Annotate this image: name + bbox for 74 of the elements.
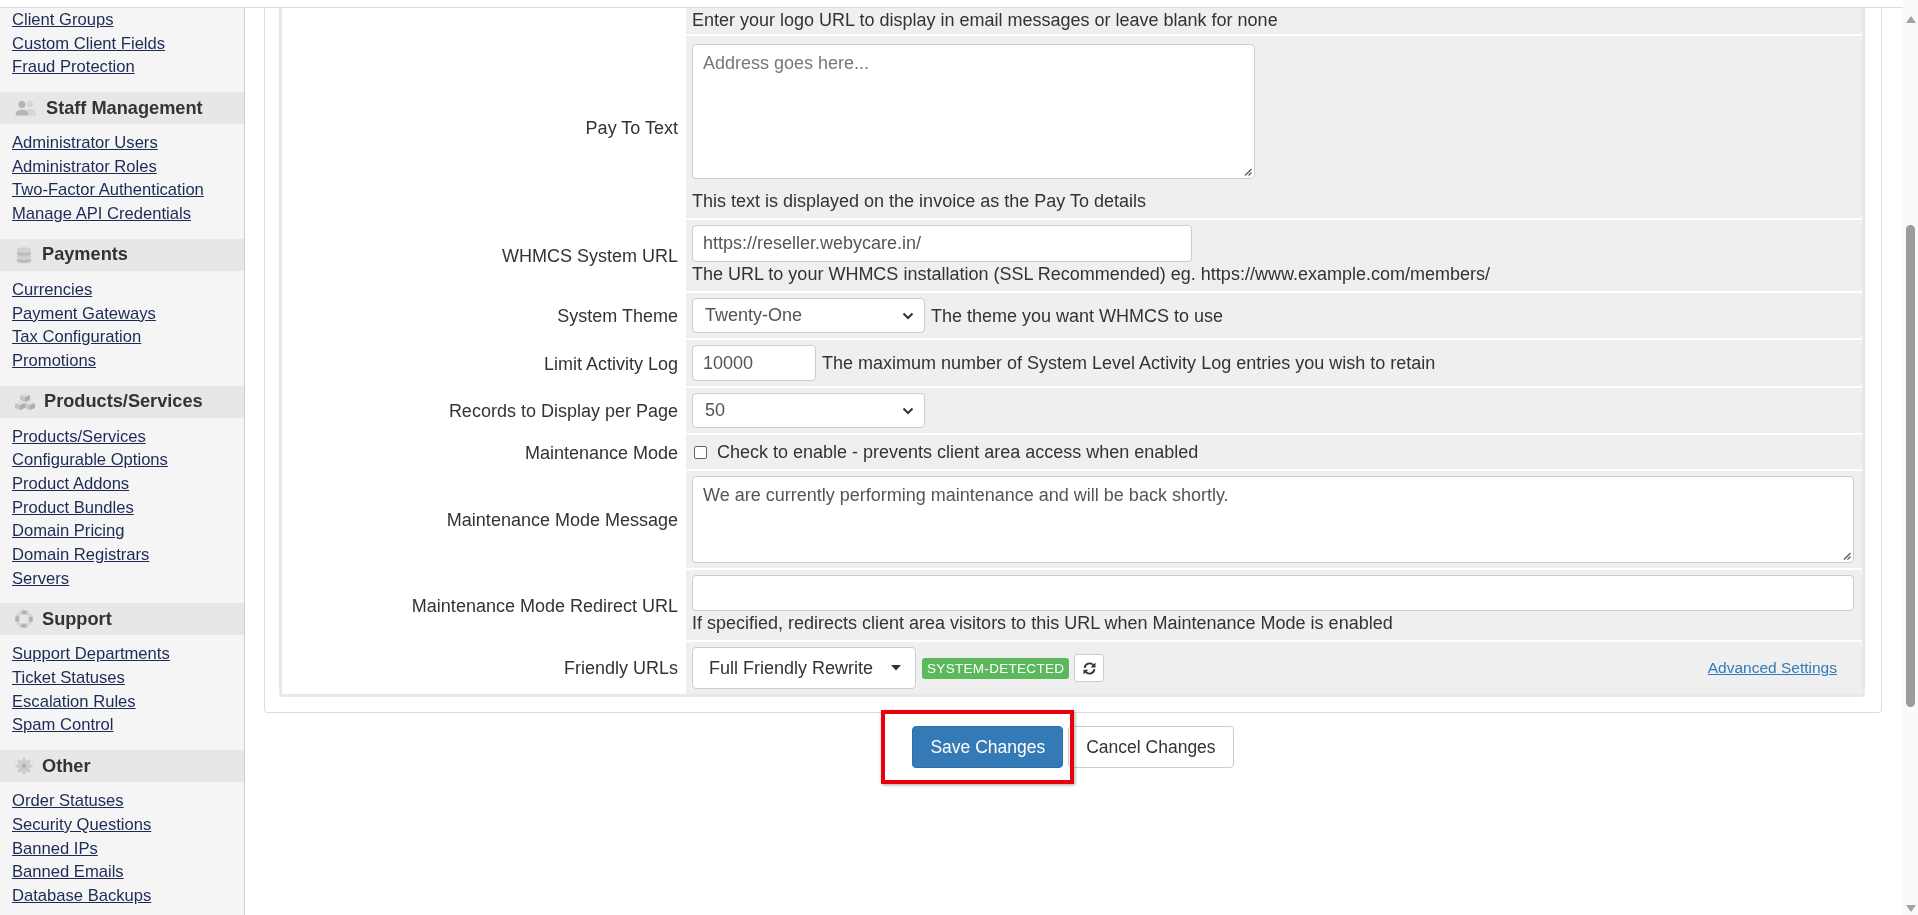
status-badge: SYSTEM-DETECTED (922, 657, 1070, 679)
caret-icon (891, 665, 902, 671)
help-text: The URL to your WHMCS installation (SSL Recommended) eg. https://www.example.com/members/ (692, 263, 1491, 286)
sidebar-link[interactable]: Two-Factor Authentication (12, 180, 204, 200)
sidebar-link[interactable]: Promotions (12, 350, 96, 370)
people-icon (15, 100, 37, 117)
text-input[interactable] (692, 575, 1854, 611)
text-input[interactable]: 10000 (692, 345, 816, 381)
sidebar-link[interactable]: Product Bundles (12, 497, 134, 517)
sidebar-link[interactable]: Administrator Users (12, 133, 158, 153)
sidebar-link[interactable]: Custom Client Fields (12, 33, 166, 53)
sidebar-link[interactable]: Payment Gateways (12, 303, 156, 323)
section-title: Products/Services (44, 391, 203, 413)
sidebar-link[interactable]: Fraud Protection (12, 57, 135, 77)
sidebar-link[interactable]: Products/Services (12, 426, 146, 446)
sidebar-link[interactable]: Client Groups (12, 10, 114, 29)
scrollbar-thumb[interactable] (1906, 225, 1915, 707)
section-title: Other (42, 755, 91, 777)
cubes-icon (15, 393, 35, 411)
section-title: Staff Management (46, 97, 203, 119)
help-text: Enter your logo URL to display in email messages or leave blank for none (692, 9, 1279, 32)
sidebar-link[interactable]: Banned Emails (12, 862, 124, 882)
field-label: Maintenance Mode Redirect URL (411, 595, 678, 617)
lifebuoy-icon (15, 610, 33, 629)
resize-handle-icon[interactable] (1243, 167, 1252, 176)
help-text: The maximum number of System Level Activity Log entries you wish to retain (822, 352, 1436, 375)
refresh-icon (1081, 660, 1097, 676)
field-label: System Theme (557, 306, 678, 327)
chevron-down-icon (902, 311, 914, 320)
coins-icon (15, 245, 33, 264)
field-label: Friendly URLs (563, 657, 678, 679)
section-title: Support (42, 608, 112, 630)
sidebar-link[interactable]: Order Statuses (12, 791, 124, 811)
sidebar-link[interactable]: Product Addons (12, 473, 130, 493)
cancel-button[interactable]: Cancel Changes (1068, 726, 1234, 768)
dropdown-button[interactable]: Full Friendly Rewrite (692, 647, 917, 689)
advanced-settings-link[interactable]: Advanced Settings (1707, 659, 1837, 677)
checkbox-label[interactable]: Check to enable - prevents client area access when enabled (717, 440, 1199, 464)
select-field[interactable]: Twenty-One (692, 298, 925, 333)
sidebar-link[interactable]: Domain Registrars (12, 545, 150, 564)
sidebar-link[interactable]: Domain Pricing (12, 521, 125, 541)
sidebar-link[interactable]: Ticket Statuses (12, 668, 125, 688)
help-text: This text is displayed on the invoice as the Pay To details (692, 190, 1147, 213)
textarea-field[interactable]: We are currently performing maintenance and will be back shortly. (692, 476, 1854, 563)
field-label: Maintenance Mode (524, 442, 678, 464)
field-label: WHMCS System URL (502, 246, 678, 267)
sidebar-link[interactable]: Banned IPs (12, 838, 98, 858)
text-input[interactable]: https://reseller.webycare.in/ (692, 225, 1192, 262)
sidebar-link[interactable]: Servers (12, 568, 70, 588)
sidebar-link[interactable]: Support Departments (12, 644, 170, 664)
sidebar-link[interactable]: Security Questions (12, 814, 152, 834)
gear-icon (15, 757, 33, 776)
sidebar-link[interactable]: Spam Control (12, 715, 114, 735)
field-label: Maintenance Mode Message (446, 510, 678, 531)
section-title: Payments (42, 244, 128, 266)
sidebar-link[interactable]: Currencies (12, 279, 93, 299)
chevron-down-icon (902, 406, 914, 415)
sidebar-link[interactable]: Administrator Roles (12, 156, 157, 176)
resize-handle-icon[interactable] (1842, 551, 1851, 560)
field-label: Limit Activity Log (543, 353, 678, 375)
sidebar-link[interactable]: Escalation Rules (12, 691, 136, 711)
sidebar-link[interactable]: Tax Configuration (12, 327, 142, 347)
sidebar-link[interactable]: Configurable Options (12, 450, 168, 470)
select-field[interactable]: 50 (692, 393, 925, 428)
help-text: The theme you want WHMCS to use (931, 304, 1224, 328)
save-button[interactable]: Save Changes (912, 726, 1064, 768)
textarea-field[interactable]: Address goes here... (692, 44, 1255, 179)
help-text: If specified, redirects client area visitors to this URL when Maintenance Mode is enabled (692, 612, 1394, 635)
sidebar-link[interactable]: Database Backups (12, 885, 152, 905)
field-label: Pay To Text (585, 117, 678, 139)
refresh-button[interactable] (1074, 654, 1105, 682)
field-label: Records to Display per Page (448, 401, 678, 422)
sidebar-link[interactable]: Manage API Credentials (12, 204, 191, 224)
checkbox[interactable] (694, 445, 707, 459)
